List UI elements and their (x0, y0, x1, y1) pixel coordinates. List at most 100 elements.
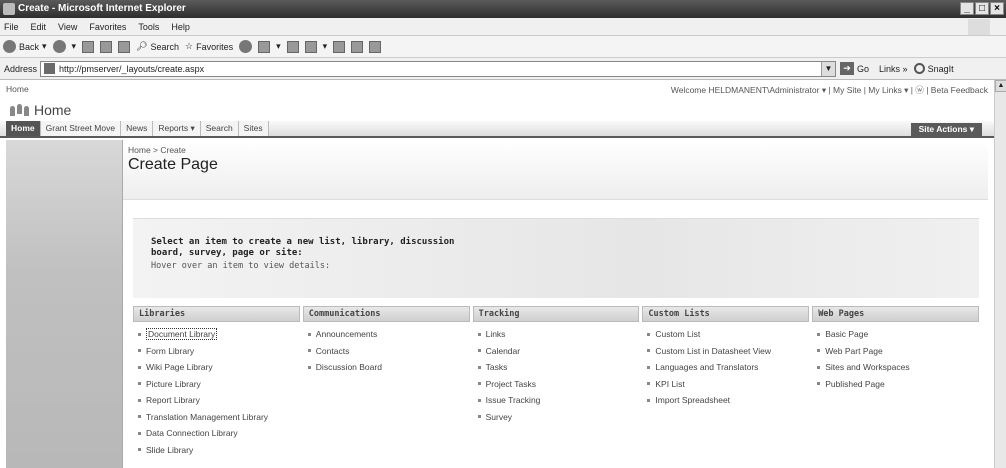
list-item-link[interactable]: KPI List (655, 379, 684, 389)
list-item-link[interactable]: Document Library (146, 328, 218, 341)
list-item[interactable]: Translation Management Library (133, 409, 300, 426)
list-item[interactable]: Document Library (133, 326, 300, 343)
menu-tools[interactable]: Tools (138, 22, 159, 32)
tab-sites[interactable]: Sites (238, 121, 269, 136)
tab-home[interactable]: Home (6, 121, 41, 136)
list-item[interactable]: Sites and Workspaces (812, 359, 979, 376)
go-button[interactable]: ➔ Go (840, 62, 869, 75)
list-item[interactable]: Data Connection Library (133, 425, 300, 442)
list-item[interactable]: Project Tasks (473, 376, 640, 393)
vertical-scrollbar[interactable]: ▲ (994, 80, 1006, 468)
list-item-link[interactable]: Calendar (486, 346, 521, 356)
list-item-link[interactable]: Project Tasks (486, 379, 536, 389)
refresh-icon[interactable] (100, 40, 113, 53)
list-item[interactable]: Custom List in Datasheet View (642, 343, 809, 360)
list-item-link[interactable]: Form Library (146, 346, 194, 356)
list-item-link[interactable]: Import Spreadsheet (655, 395, 730, 405)
list-item-link[interactable]: Announcements (316, 329, 377, 339)
list-item-link[interactable]: Custom List (655, 329, 700, 339)
list-item-link[interactable]: Issue Tracking (486, 395, 541, 405)
list-item-link[interactable]: Custom List in Datasheet View (655, 346, 771, 356)
forward-icon[interactable] (52, 40, 66, 53)
list-item-link[interactable]: Survey (486, 412, 512, 422)
messenger-icon[interactable] (369, 40, 382, 53)
list-item[interactable]: Report Library (133, 392, 300, 409)
maximize-button[interactable]: □ (975, 2, 989, 15)
address-dropdown-icon[interactable]: ▼ (821, 61, 835, 76)
favorites-button[interactable]: ☆ Favorites (185, 41, 233, 52)
site-actions-button[interactable]: Site Actions ▾ (910, 123, 982, 136)
snagit-button[interactable]: SnagIt (913, 63, 954, 74)
back-button[interactable]: Back ▾ (3, 40, 47, 53)
list-item[interactable]: Discussion Board (303, 359, 470, 376)
menu-edit[interactable]: Edit (31, 22, 47, 32)
list-item[interactable]: Tasks (473, 359, 640, 376)
list-item[interactable]: Picture Library (133, 376, 300, 393)
list-item-link[interactable]: Web Part Page (825, 346, 883, 356)
list-item-link[interactable]: Wiki Page Library (146, 362, 213, 372)
list-item-link[interactable]: Report Library (146, 395, 200, 405)
list-item[interactable]: Published Page (812, 376, 979, 393)
close-button[interactable]: × (990, 2, 1004, 15)
list-item-link[interactable]: Picture Library (146, 379, 201, 389)
tab-news[interactable]: News (121, 121, 154, 136)
category-heading: Tracking (472, 306, 640, 322)
list-item[interactable]: Custom List (642, 326, 809, 343)
list-item-link[interactable]: Published Page (825, 379, 885, 389)
breadcrumb[interactable]: Home > Create (128, 145, 186, 155)
category-heading: Custom Lists (642, 306, 810, 322)
search-button[interactable]: 🔎︎ Search (136, 41, 179, 52)
list-item[interactable]: Languages and Translators (642, 359, 809, 376)
menu-file[interactable]: File (4, 22, 19, 32)
list-item[interactable]: Form Library (133, 343, 300, 360)
tab-grant-street-move[interactable]: Grant Street Move (40, 121, 122, 136)
list-item-link[interactable]: Slide Library (146, 445, 193, 455)
address-input[interactable]: http://pmserver/_layouts/create.aspx ▼ (40, 60, 836, 77)
list-item[interactable]: Basic Page (812, 326, 979, 343)
snagit-label: SnagIt (927, 63, 954, 74)
ie-icon (3, 3, 15, 15)
category-heading: Communications (302, 306, 470, 322)
stop-icon[interactable] (82, 40, 95, 53)
welcome-menu[interactable]: Welcome HELDMANENT\Administrator ▾ | My … (671, 84, 988, 96)
list-item[interactable]: Calendar (473, 343, 640, 360)
list-item[interactable]: Wiki Page Library (133, 359, 300, 376)
links-button[interactable]: Links » (879, 64, 908, 74)
site-title[interactable]: Home (34, 102, 71, 118)
mail-icon[interactable] (258, 40, 271, 53)
list-item[interactable]: Contacts (303, 343, 470, 360)
list-item-link[interactable]: Languages and Translators (655, 362, 758, 372)
list-item-link[interactable]: Contacts (316, 346, 350, 356)
menu-favorites[interactable]: Favorites (89, 22, 126, 32)
list-item-link[interactable]: Translation Management Library (146, 412, 268, 422)
list-item-link[interactable]: Basic Page (825, 329, 868, 339)
list-item-link[interactable]: Discussion Board (316, 362, 382, 372)
list-item[interactable]: Links (473, 326, 640, 343)
list-item[interactable]: Web Part Page (812, 343, 979, 360)
list-item[interactable]: Survey (473, 409, 640, 426)
list-item[interactable]: Issue Tracking (473, 392, 640, 409)
tab-reports[interactable]: Reports ▾ (153, 121, 201, 136)
print-icon[interactable] (286, 40, 299, 53)
history-icon[interactable] (239, 40, 253, 53)
list-item[interactable]: Announcements (303, 326, 470, 343)
home-icon[interactable] (118, 40, 131, 53)
top-home-link[interactable]: Home (6, 84, 29, 94)
scroll-up-icon[interactable]: ▲ (995, 80, 1006, 92)
minimize-button[interactable]: _ (960, 2, 974, 15)
list-item[interactable]: Import Spreadsheet (642, 392, 809, 409)
discuss-icon[interactable] (333, 40, 346, 53)
list-item-link[interactable]: Tasks (486, 362, 508, 372)
menu-help[interactable]: Help (171, 22, 190, 32)
list-item-link[interactable]: Sites and Workspaces (825, 362, 909, 372)
bullet-icon (138, 415, 141, 419)
list-item[interactable]: Slide Library (133, 442, 300, 459)
tab-search[interactable]: Search (200, 121, 239, 136)
list-item-link[interactable]: Data Connection Library (146, 428, 238, 438)
menu-view[interactable]: View (58, 22, 77, 32)
research-icon[interactable] (351, 40, 364, 53)
list-item[interactable]: KPI List (642, 376, 809, 393)
edit-icon[interactable] (304, 40, 317, 53)
intro-title: Select an item to create a new list, lib… (151, 237, 455, 258)
list-item-link[interactable]: Links (486, 329, 506, 339)
